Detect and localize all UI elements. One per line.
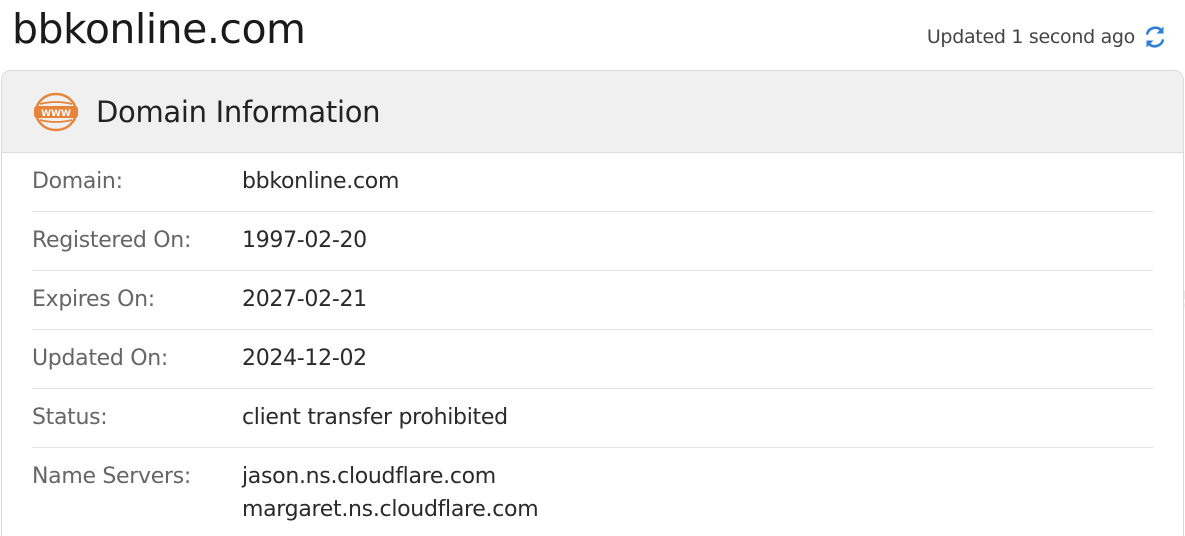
card-title: Domain Information [96,94,381,129]
page-title: bbkonline.com [12,5,306,53]
row-expires-on: Expires On: 2027-02-21 [32,271,1153,330]
row-value: client transfer prohibited [242,405,508,430]
row-value: bbkonline.com [242,169,400,194]
domain-info-card: WWW Domain Information Domain: bbkonline… [1,70,1184,536]
name-server-1: jason.ns.cloudflare.com [242,464,496,489]
updated-text: Updated 1 second ago [926,26,1135,48]
row-value: 1997-02-20 [242,228,367,253]
row-label: Name Servers: [32,464,192,489]
updated-status: Updated 1 second ago [927,24,1167,50]
svg-text:WWW: WWW [41,109,71,119]
row-registered-on: Registered On: 1997-02-20 [32,212,1153,271]
row-label: Registered On: [32,228,192,253]
www-icon: WWW [32,91,80,133]
row-label: Status: [32,405,108,430]
name-server-list: jason.ns.cloudflare.com margaret.ns.clou… [242,460,539,526]
row-name-servers: Name Servers: jason.ns.cloudflare.com ma… [32,448,1153,526]
name-server-2: margaret.ns.cloudflare.com [242,497,539,522]
row-updated-on: Updated On: 2024-12-02 [32,330,1153,389]
row-value: 2027-02-21 [242,287,367,312]
row-label: Updated On: [32,346,169,371]
row-value: 2024-12-02 [242,346,367,371]
domain-info-page: WikiFX WikiFX bbkonline.com Updated 1 se… [0,0,1185,536]
row-domain: Domain: bbkonline.com [32,153,1153,212]
refresh-icon[interactable] [1143,24,1167,50]
row-label: Expires On: [32,287,155,312]
domain-info-rows: Domain: bbkonline.com Registered On: 199… [2,153,1183,526]
row-label: Domain: [32,169,123,194]
card-header: WWW Domain Information [2,71,1183,153]
row-status: Status: client transfer prohibited [32,389,1153,448]
